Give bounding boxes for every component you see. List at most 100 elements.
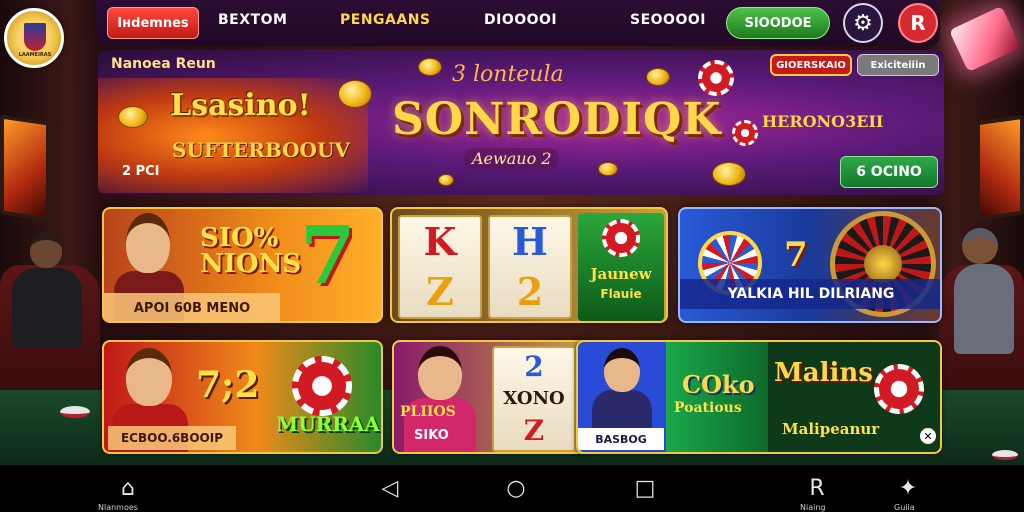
game-title: Jaunew bbox=[590, 265, 652, 283]
game-title: 7;2 bbox=[196, 364, 260, 406]
tab-2[interactable]: BEXTOM bbox=[218, 12, 287, 28]
coin-icon bbox=[338, 80, 372, 108]
poker-chip-icon bbox=[732, 120, 758, 146]
game-title: SIO% NIONS bbox=[200, 223, 302, 279]
game-tile-2[interactable]: K Z H 2 Jaunew Flauie bbox=[390, 207, 668, 323]
game-tile-4[interactable]: 7;2 MURRAA ECBOO.6BOOIP bbox=[102, 340, 383, 454]
game-caption: APOI 60B MENO bbox=[104, 293, 280, 321]
poker-chip-icon bbox=[292, 356, 352, 416]
poker-chip-icon bbox=[602, 219, 640, 257]
game-promo: Malins bbox=[774, 358, 873, 388]
shield-icon bbox=[22, 21, 48, 53]
character-face bbox=[418, 346, 462, 400]
nav-r-caption: Niaing bbox=[800, 503, 826, 512]
game-caption: SIKO bbox=[414, 428, 449, 443]
game-title: PLIIOS bbox=[400, 404, 456, 420]
banner-subtitle: Nanoea Reun bbox=[111, 56, 216, 72]
banner-headline-sub: Aewauo 2 bbox=[464, 148, 560, 169]
coin-icon bbox=[438, 174, 454, 186]
reel-symbol: XONO bbox=[503, 387, 565, 409]
slot-reel-3: 2 XONO Z bbox=[492, 346, 576, 452]
banner-script-text: 3 lonteula bbox=[452, 62, 564, 87]
game-tile-1[interactable]: SIO% NIONS 7 APOI 60B MENO bbox=[102, 207, 383, 323]
game-title: YALKIA HIL DILRIANG bbox=[680, 279, 940, 309]
nav-r-button[interactable]: R bbox=[799, 473, 835, 503]
banner-promo-text: HERONO3EII bbox=[762, 112, 884, 131]
settings-button[interactable]: ⚙ bbox=[843, 3, 883, 43]
coin-icon bbox=[598, 162, 618, 176]
banner-headline: SONRODIQK bbox=[392, 94, 722, 145]
person-left bbox=[12, 232, 82, 352]
nav-puzzle-button[interactable]: ✦ bbox=[890, 473, 926, 503]
reel-symbol: Z bbox=[426, 269, 454, 314]
banner-pill-gray[interactable]: Exiciteiiin bbox=[857, 54, 939, 76]
puzzle-icon: ✦ bbox=[898, 475, 918, 501]
game-caption: Flauie bbox=[600, 287, 642, 301]
recents-icon: □ bbox=[634, 475, 656, 501]
reel-symbol: K bbox=[423, 219, 457, 264]
banner-small-text: 2 PCI bbox=[122, 164, 160, 179]
reel-symbol: Z bbox=[523, 414, 545, 448]
chip-stack-right bbox=[992, 450, 1018, 460]
person-left-torso bbox=[12, 268, 82, 348]
tab-3[interactable]: PENGAANS bbox=[340, 12, 431, 28]
banner-play-button[interactable]: 6 OCINO bbox=[840, 156, 938, 188]
logo-text: LAAMEIRAS bbox=[18, 52, 52, 58]
game-title: COko bbox=[682, 370, 755, 399]
app-logo[interactable]: LAAMEIRAS bbox=[4, 8, 64, 68]
nav-puzzle-caption: Guiia bbox=[894, 503, 915, 512]
nav-home-circle-button[interactable]: ○ bbox=[498, 473, 534, 503]
person-right-head bbox=[962, 228, 998, 264]
coin-icon bbox=[712, 162, 746, 186]
deposit-button[interactable]: SIOODOE bbox=[726, 7, 830, 39]
tab-5[interactable]: SEOOOOI bbox=[630, 12, 706, 28]
home-icon: ⌂ bbox=[121, 475, 135, 501]
promo-banner[interactable]: Nanoea Reun Lsasino! SUFTERBOOUV 2 PCI 3… bbox=[98, 50, 944, 195]
tab-4[interactable]: DIOOOOI bbox=[484, 12, 557, 28]
chip-stack-left bbox=[60, 406, 90, 418]
game-promo-2: Malipeanur bbox=[782, 420, 880, 438]
close-icon[interactable]: ✕ bbox=[920, 428, 936, 444]
r-icon: R bbox=[809, 475, 825, 501]
game-tile-3[interactable]: 7 YALKIA HIL DILRIANG bbox=[678, 207, 942, 323]
reel-symbol: H bbox=[512, 219, 548, 264]
poker-chip-icon bbox=[698, 60, 734, 96]
game-tile-6[interactable]: BASBOG COko Poatious Malins Malipeanur ✕ bbox=[576, 340, 942, 454]
nav-home-button[interactable]: ⌂ bbox=[110, 473, 146, 503]
tab-1[interactable]: Iнdemnes bbox=[107, 7, 199, 39]
nav-back-button[interactable]: ◁ bbox=[372, 473, 408, 503]
person-left-head bbox=[30, 232, 62, 268]
lucky-seven-symbol: 7 bbox=[300, 208, 356, 302]
poker-chip-icon bbox=[874, 364, 924, 414]
profile-icon: R bbox=[910, 11, 926, 35]
top-bar: LAAMEIRAS Iнdemnes BEXTOM PENGAANS DIOOO… bbox=[0, 0, 1024, 68]
gear-icon: ⚙ bbox=[853, 10, 873, 36]
person-right bbox=[954, 228, 1014, 358]
banner-pill-red[interactable]: GIOERSKAIO bbox=[770, 54, 852, 76]
coin-icon bbox=[418, 58, 442, 76]
banner-logo-line1: Lsasino! bbox=[170, 88, 311, 123]
coin-icon bbox=[118, 106, 148, 128]
character-face bbox=[126, 348, 172, 406]
person-right-torso bbox=[954, 264, 1014, 354]
slot-bonus-panel: Jaunew Flauie bbox=[578, 213, 664, 321]
tv-screen-left bbox=[0, 114, 50, 222]
back-icon: ◁ bbox=[381, 475, 399, 501]
lucky-seven-symbol: 7 bbox=[784, 235, 808, 275]
nav-recents-button[interactable]: □ bbox=[627, 473, 663, 503]
game-title-2: Poatious bbox=[674, 400, 742, 416]
reel-symbol: 2 bbox=[524, 349, 544, 383]
slot-reel-1: K Z bbox=[398, 215, 482, 319]
banner-logo-line2: SUFTERBOOUV bbox=[172, 138, 350, 162]
profile-button[interactable]: R bbox=[898, 3, 938, 43]
game-caption: BASBOG bbox=[578, 428, 664, 450]
coin-icon bbox=[646, 68, 670, 86]
navigation-bar: ⌂ Nlanmoes ◁ ○ □ R Niaing ✦ Guiia bbox=[0, 465, 1024, 512]
game-caption: ECBOO.6BOOIP bbox=[108, 426, 236, 450]
character-face bbox=[604, 348, 640, 392]
character-face bbox=[126, 213, 170, 273]
reel-symbol: 2 bbox=[516, 269, 544, 314]
slot-reel-2: H 2 bbox=[488, 215, 572, 319]
home-circle-icon: ○ bbox=[506, 475, 526, 501]
game-tile-5[interactable]: PLIIOS SIKO 2 XONO Z bbox=[392, 340, 592, 454]
